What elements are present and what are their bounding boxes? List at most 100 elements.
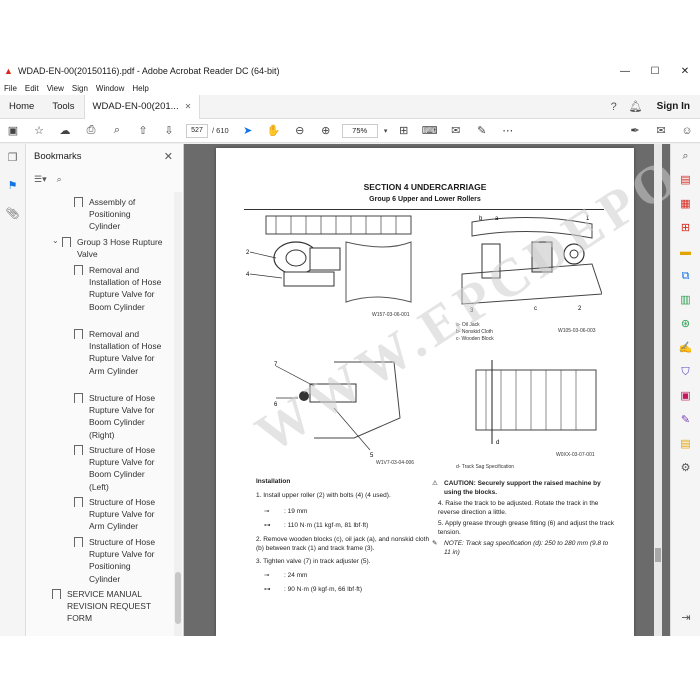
save-icon[interactable]: ▣: [0, 124, 26, 137]
keyboard-icon[interactable]: ⌨: [417, 124, 443, 137]
callout-4: 4: [246, 272, 250, 278]
pages-thumbnail-icon[interactable]: ❐: [0, 144, 25, 172]
email-icon[interactable]: ✉: [648, 124, 674, 137]
create-pdf-icon[interactable]: ▦: [671, 192, 700, 216]
bookmark-icon: [62, 237, 71, 250]
protect-icon[interactable]: ⛉: [671, 360, 700, 384]
find-bookmark-icon[interactable]: ⌕: [57, 174, 62, 185]
zoom-in-icon[interactable]: ⊕: [313, 124, 339, 137]
bookmark-item-group[interactable]: ⌄ Group 3 Hose Rupture Valve: [52, 236, 164, 260]
help-icon[interactable]: ?: [603, 101, 625, 113]
document-scrollbar[interactable]: [654, 144, 662, 636]
step-1-tool: : 19 mm: [284, 508, 308, 515]
tab-bar: Home Tools WDAD-EN-00(201... ✕ ? 🔔︎ Sign…: [0, 94, 700, 119]
minimize-button[interactable]: —: [610, 66, 640, 77]
highlight-pen-icon[interactable]: ✎: [469, 124, 495, 137]
bookmark-panel-icon[interactable]: ⚑: [0, 172, 25, 200]
menu-view[interactable]: View: [47, 84, 64, 93]
collapse-pane-icon[interactable]: ⇥: [671, 606, 700, 630]
page-up-icon[interactable]: ⇧: [130, 124, 156, 137]
document-scroll-thumb[interactable]: [655, 548, 661, 562]
attachment-icon[interactable]: 📎︎: [0, 200, 25, 228]
zoom-search-icon[interactable]: ⌕: [671, 144, 700, 168]
bookmark-item[interactable]: Structure of Hose Rupture Valve for Boom…: [74, 392, 164, 441]
fig4-code: W0XX-03-07-001: [556, 452, 595, 458]
bookmarks-scroll-thumb[interactable]: [175, 572, 181, 624]
share-user-icon[interactable]: ☺: [674, 125, 700, 137]
print-icon[interactable]: ⎙: [78, 124, 104, 137]
menu-edit[interactable]: Edit: [25, 84, 39, 93]
title-rule: [244, 209, 604, 210]
page-down-icon[interactable]: ⇩: [156, 124, 182, 137]
note-text: NOTE: Track sag specification (d): 250 t…: [444, 540, 609, 556]
bookmark-item[interactable]: Removal and Installation of Hose Rupture…: [74, 264, 164, 313]
comment-tool-icon[interactable]: ▬: [671, 240, 700, 264]
torque-wrench-icon: ⊶: [264, 522, 271, 529]
step-2: 2. Remove wooden blocks (c), oil jack (a…: [256, 536, 430, 552]
step-3: 3. Tighten valve (7) in track adjuster (…: [256, 558, 371, 565]
hand-tool-icon[interactable]: ✋: [261, 124, 287, 137]
bookmarks-tools: ☰▾ ⌕: [26, 168, 183, 190]
combine-files-icon[interactable]: ⧉: [671, 264, 700, 288]
fill-sign-icon[interactable]: ✍: [671, 336, 700, 360]
bookmark-item[interactable]: Removal and Installation of Hose Rupture…: [74, 328, 164, 377]
tab-document[interactable]: WDAD-EN-00(201... ✕: [83, 94, 201, 119]
callout-2: 2: [246, 250, 250, 256]
acrobat-window: ▲ WDAD-EN-00(20150116).pdf - Adobe Acrob…: [0, 60, 700, 636]
tab-home[interactable]: Home: [0, 95, 43, 119]
tab-close-icon[interactable]: ✕: [185, 95, 192, 119]
close-button[interactable]: ✕: [670, 66, 700, 77]
sign-pen-icon[interactable]: ✒: [622, 124, 648, 137]
sign-in-button[interactable]: Sign In: [647, 101, 700, 112]
send-for-signature-icon[interactable]: ▣: [671, 384, 700, 408]
bookmarks-scrollbar[interactable]: [174, 192, 182, 636]
tab-tools[interactable]: Tools: [43, 95, 83, 119]
zoom-out-icon[interactable]: ⊖: [287, 124, 313, 137]
prepare-form-icon[interactable]: ✎: [671, 408, 700, 432]
compress-pdf-icon[interactable]: ⊛: [671, 312, 700, 336]
comment-icon[interactable]: ✉: [443, 124, 469, 137]
step-1-torque: : 110 N·m (11 kgf·m, 81 lbf·ft): [284, 522, 369, 529]
zoom-level-select[interactable]: 75%: [341, 123, 378, 138]
document-view[interactable]: SECTION 4 UNDERCARRIAGE Group 6 Upper an…: [184, 144, 670, 636]
bookmarks-header: Bookmarks ✕: [26, 144, 183, 168]
star-icon[interactable]: ☆: [26, 124, 52, 137]
organize-pages-icon[interactable]: ▥: [671, 288, 700, 312]
zoom-dropdown-icon[interactable]: ▾: [381, 127, 391, 135]
chevron-down-icon[interactable]: ⌄: [52, 236, 62, 260]
select-cursor-icon[interactable]: ➤: [235, 124, 261, 137]
acrobat-app-icon: ▲: [4, 66, 13, 76]
scan-ocr-icon[interactable]: ▤: [671, 432, 700, 456]
bookmark-item[interactable]: SERVICE MANUAL REVISION REQUEST FORM: [52, 588, 164, 625]
bookmark-options-icon[interactable]: ☰▾: [34, 174, 47, 185]
bookmark-icon: [74, 445, 83, 458]
zoom-search-icon[interactable]: ⌕: [104, 124, 130, 137]
bookmark-item[interactable]: Assembly of Positioning Cylinder: [74, 196, 164, 233]
warning-icon: ⚠: [432, 480, 438, 487]
more-tools-icon[interactable]: ⋯: [495, 124, 521, 137]
torque-wrench-icon: ⊶: [264, 586, 271, 593]
callout-c: c: [534, 306, 537, 312]
more-tools-icon[interactable]: ⚙: [671, 456, 700, 480]
bell-icon[interactable]: 🔔︎: [625, 100, 647, 113]
menu-file[interactable]: File: [4, 84, 17, 93]
tab-document-label: WDAD-EN-00(201...: [92, 100, 179, 112]
maximize-button[interactable]: ☐: [640, 66, 670, 77]
edit-pdf-icon[interactable]: ⊞: [671, 216, 700, 240]
bookmark-icon: [74, 537, 83, 550]
page-number-input[interactable]: 527: [186, 123, 208, 138]
bookmark-icon: [74, 265, 83, 278]
bookmark-item[interactable]: Structure of Hose Rupture Valve for Boom…: [74, 444, 164, 493]
export-pdf-icon[interactable]: ▤: [671, 168, 700, 192]
bookmark-item[interactable]: Structure of Hose Rupture Valve for Arm …: [74, 496, 164, 533]
fit-page-icon[interactable]: ⊞: [391, 124, 417, 137]
section-title: SECTION 4 UNDERCARRIAGE: [363, 182, 487, 192]
close-panel-icon[interactable]: ✕: [164, 150, 173, 163]
callout-2b: 2: [578, 306, 582, 312]
title-bar: ▲ WDAD-EN-00(20150116).pdf - Adobe Acrob…: [0, 60, 700, 82]
menu-sign[interactable]: Sign: [72, 84, 88, 93]
menu-window[interactable]: Window: [96, 84, 124, 93]
bookmark-item[interactable]: Structure of Hose Rupture Valve for Posi…: [74, 536, 164, 585]
cloud-upload-icon[interactable]: ☁: [52, 124, 78, 137]
menu-help[interactable]: Help: [132, 84, 148, 93]
